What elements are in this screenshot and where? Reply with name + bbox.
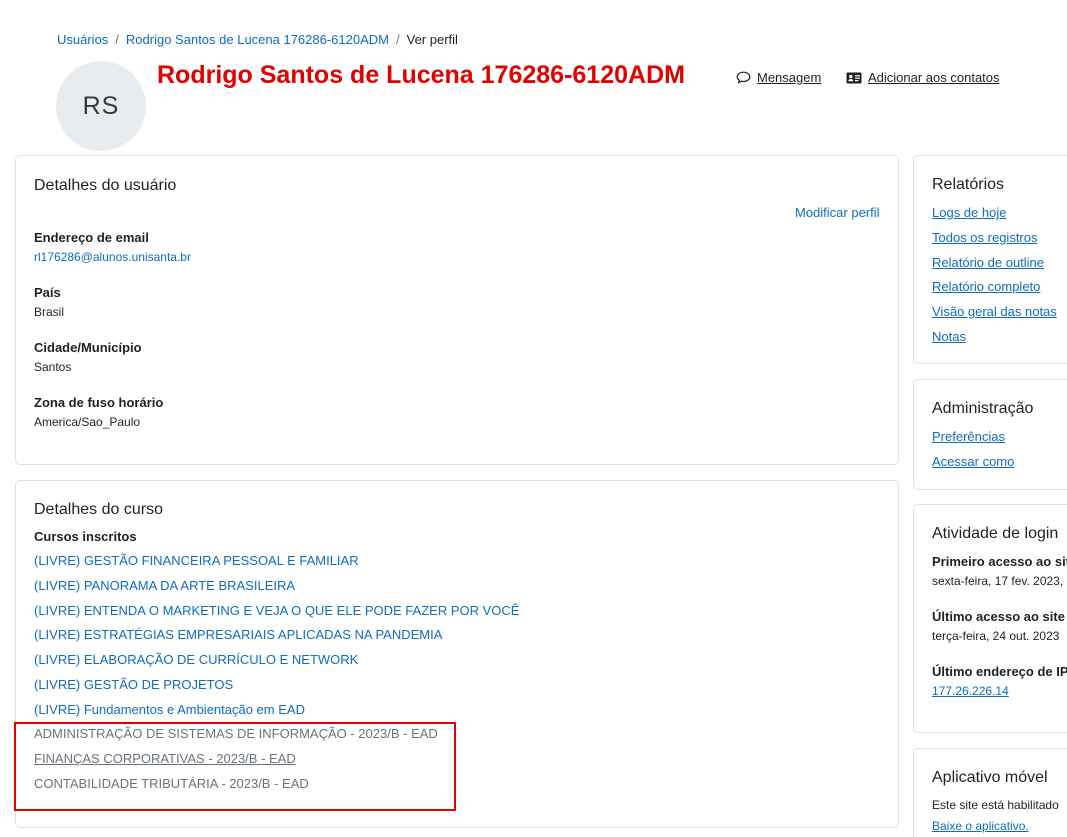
user-details-title: Detalhes do usuário — [34, 177, 177, 194]
course-link[interactable]: CONTABILIDADE TRIBUTÁRIA - 2023/B - EAD — [34, 776, 309, 791]
course-link[interactable]: (LIVRE) Fundamentos e Ambientação em EAD — [34, 702, 305, 717]
report-link[interactable]: Notas — [932, 329, 966, 344]
course-link[interactable]: (LIVRE) PANORAMA DA ARTE BRASILEIRA — [34, 578, 295, 593]
breadcrumb-user-name[interactable]: Rodrigo Santos de Lucena 176286-6120ADM — [126, 32, 389, 47]
course-details-title: Detalhes do curso — [34, 501, 163, 518]
reports-title: Relatórios — [932, 176, 1005, 193]
city-label: Cidade/Município — [34, 340, 142, 355]
email-label: Endereço de email — [34, 230, 149, 245]
city-value: Santos — [34, 360, 72, 374]
breadcrumb-current: Ver perfil — [406, 32, 458, 47]
country-label: País — [34, 285, 61, 300]
course-link[interactable]: (LIVRE) ENTENDA O MARKETING E VEJA O QUE… — [34, 603, 519, 618]
email-value-link[interactable]: rl176286@alunos.unisanta.br — [34, 250, 191, 264]
breadcrumb-separator: / — [396, 32, 400, 47]
enrolled-courses-label: Cursos inscritos — [34, 529, 137, 544]
add-contact-label: Adicionar aos contatos — [868, 70, 1000, 85]
page-title: Rodrigo Santos de Lucena 176286-6120ADM — [157, 61, 685, 89]
course-link[interactable]: (LIVRE) GESTÃO DE PROJETOS — [34, 677, 233, 692]
course-link[interactable]: ADMINISTRAÇÃO DE SISTEMAS DE INFORMAÇÃO … — [34, 726, 438, 741]
country-value: Brasil — [34, 305, 65, 319]
breadcrumb-separator: / — [115, 32, 119, 47]
add-contact-button[interactable]: Adicionar aos contatos — [846, 70, 1000, 85]
message-button[interactable]: Mensagem — [736, 70, 821, 85]
mobile-app-title: Aplicativo móvel — [932, 769, 1048, 786]
report-link[interactable]: Relatório de outline — [932, 255, 1044, 270]
mobile-app-text: Este site está habilitado — [932, 798, 1059, 812]
course-link[interactable]: (LIVRE) ELABORAÇÃO DE CURRÍCULO E NETWOR… — [34, 652, 358, 667]
last-access-value: terça-feira, 24 out. 2023 — [932, 629, 1060, 643]
report-link[interactable]: Relatório completo — [932, 279, 1040, 294]
last-access-label: Último acesso ao site — [932, 609, 1065, 624]
timezone-label: Zona de fuso horário — [34, 395, 164, 410]
chat-bubble-icon — [736, 71, 751, 84]
course-link[interactable]: (LIVRE) ESTRATÉGIAS EMPRESARIAIS APLICAD… — [34, 627, 442, 642]
report-link[interactable]: Logs de hoje — [932, 205, 1006, 220]
edit-profile-link[interactable]: Modificar perfil — [795, 205, 880, 220]
message-label: Mensagem — [757, 70, 822, 85]
login-activity-content: Atividade de login Primeiro acesso ao si… — [913, 504, 1067, 733]
download-app-link[interactable]: Baixe o aplicativo. — [932, 819, 1029, 833]
first-access-value: sexta-feira, 17 fev. 2023, — [932, 574, 1064, 588]
user-details-card: Detalhes do usuário Modificar perfil End… — [15, 155, 899, 465]
first-access-label: Primeiro acesso ao site — [932, 554, 1067, 569]
last-ip-link[interactable]: 177.26.226.14 — [932, 684, 1009, 698]
mobile-app-content: Aplicativo móvel Este site está habilita… — [913, 748, 1067, 837]
breadcrumb: Usuários / Rodrigo Santos de Lucena 1762… — [57, 32, 458, 47]
address-card-icon — [846, 72, 862, 83]
login-as-link[interactable]: Acessar como — [932, 454, 1014, 469]
administration-title: Administração — [932, 400, 1034, 417]
login-activity-title: Atividade de login — [932, 525, 1059, 542]
course-link[interactable]: FINANÇAS CORPORATIVAS - 2023/B - EAD — [34, 751, 296, 766]
course-link[interactable]: (LIVRE) GESTÃO FINANCEIRA PESSOAL E FAMI… — [34, 553, 359, 568]
report-link[interactable]: Visão geral das notas — [932, 304, 1057, 319]
last-ip-label: Último endereço de IP — [932, 664, 1067, 679]
profile-page: Usuários / Rodrigo Santos de Lucena 1762… — [0, 0, 1067, 837]
timezone-value: America/Sao_Paulo — [34, 415, 141, 429]
preferences-link[interactable]: Preferências — [932, 429, 1005, 444]
avatar: RS — [56, 61, 146, 151]
breadcrumb-users[interactable]: Usuários — [57, 32, 108, 47]
report-link[interactable]: Todos os registros — [932, 230, 1038, 245]
